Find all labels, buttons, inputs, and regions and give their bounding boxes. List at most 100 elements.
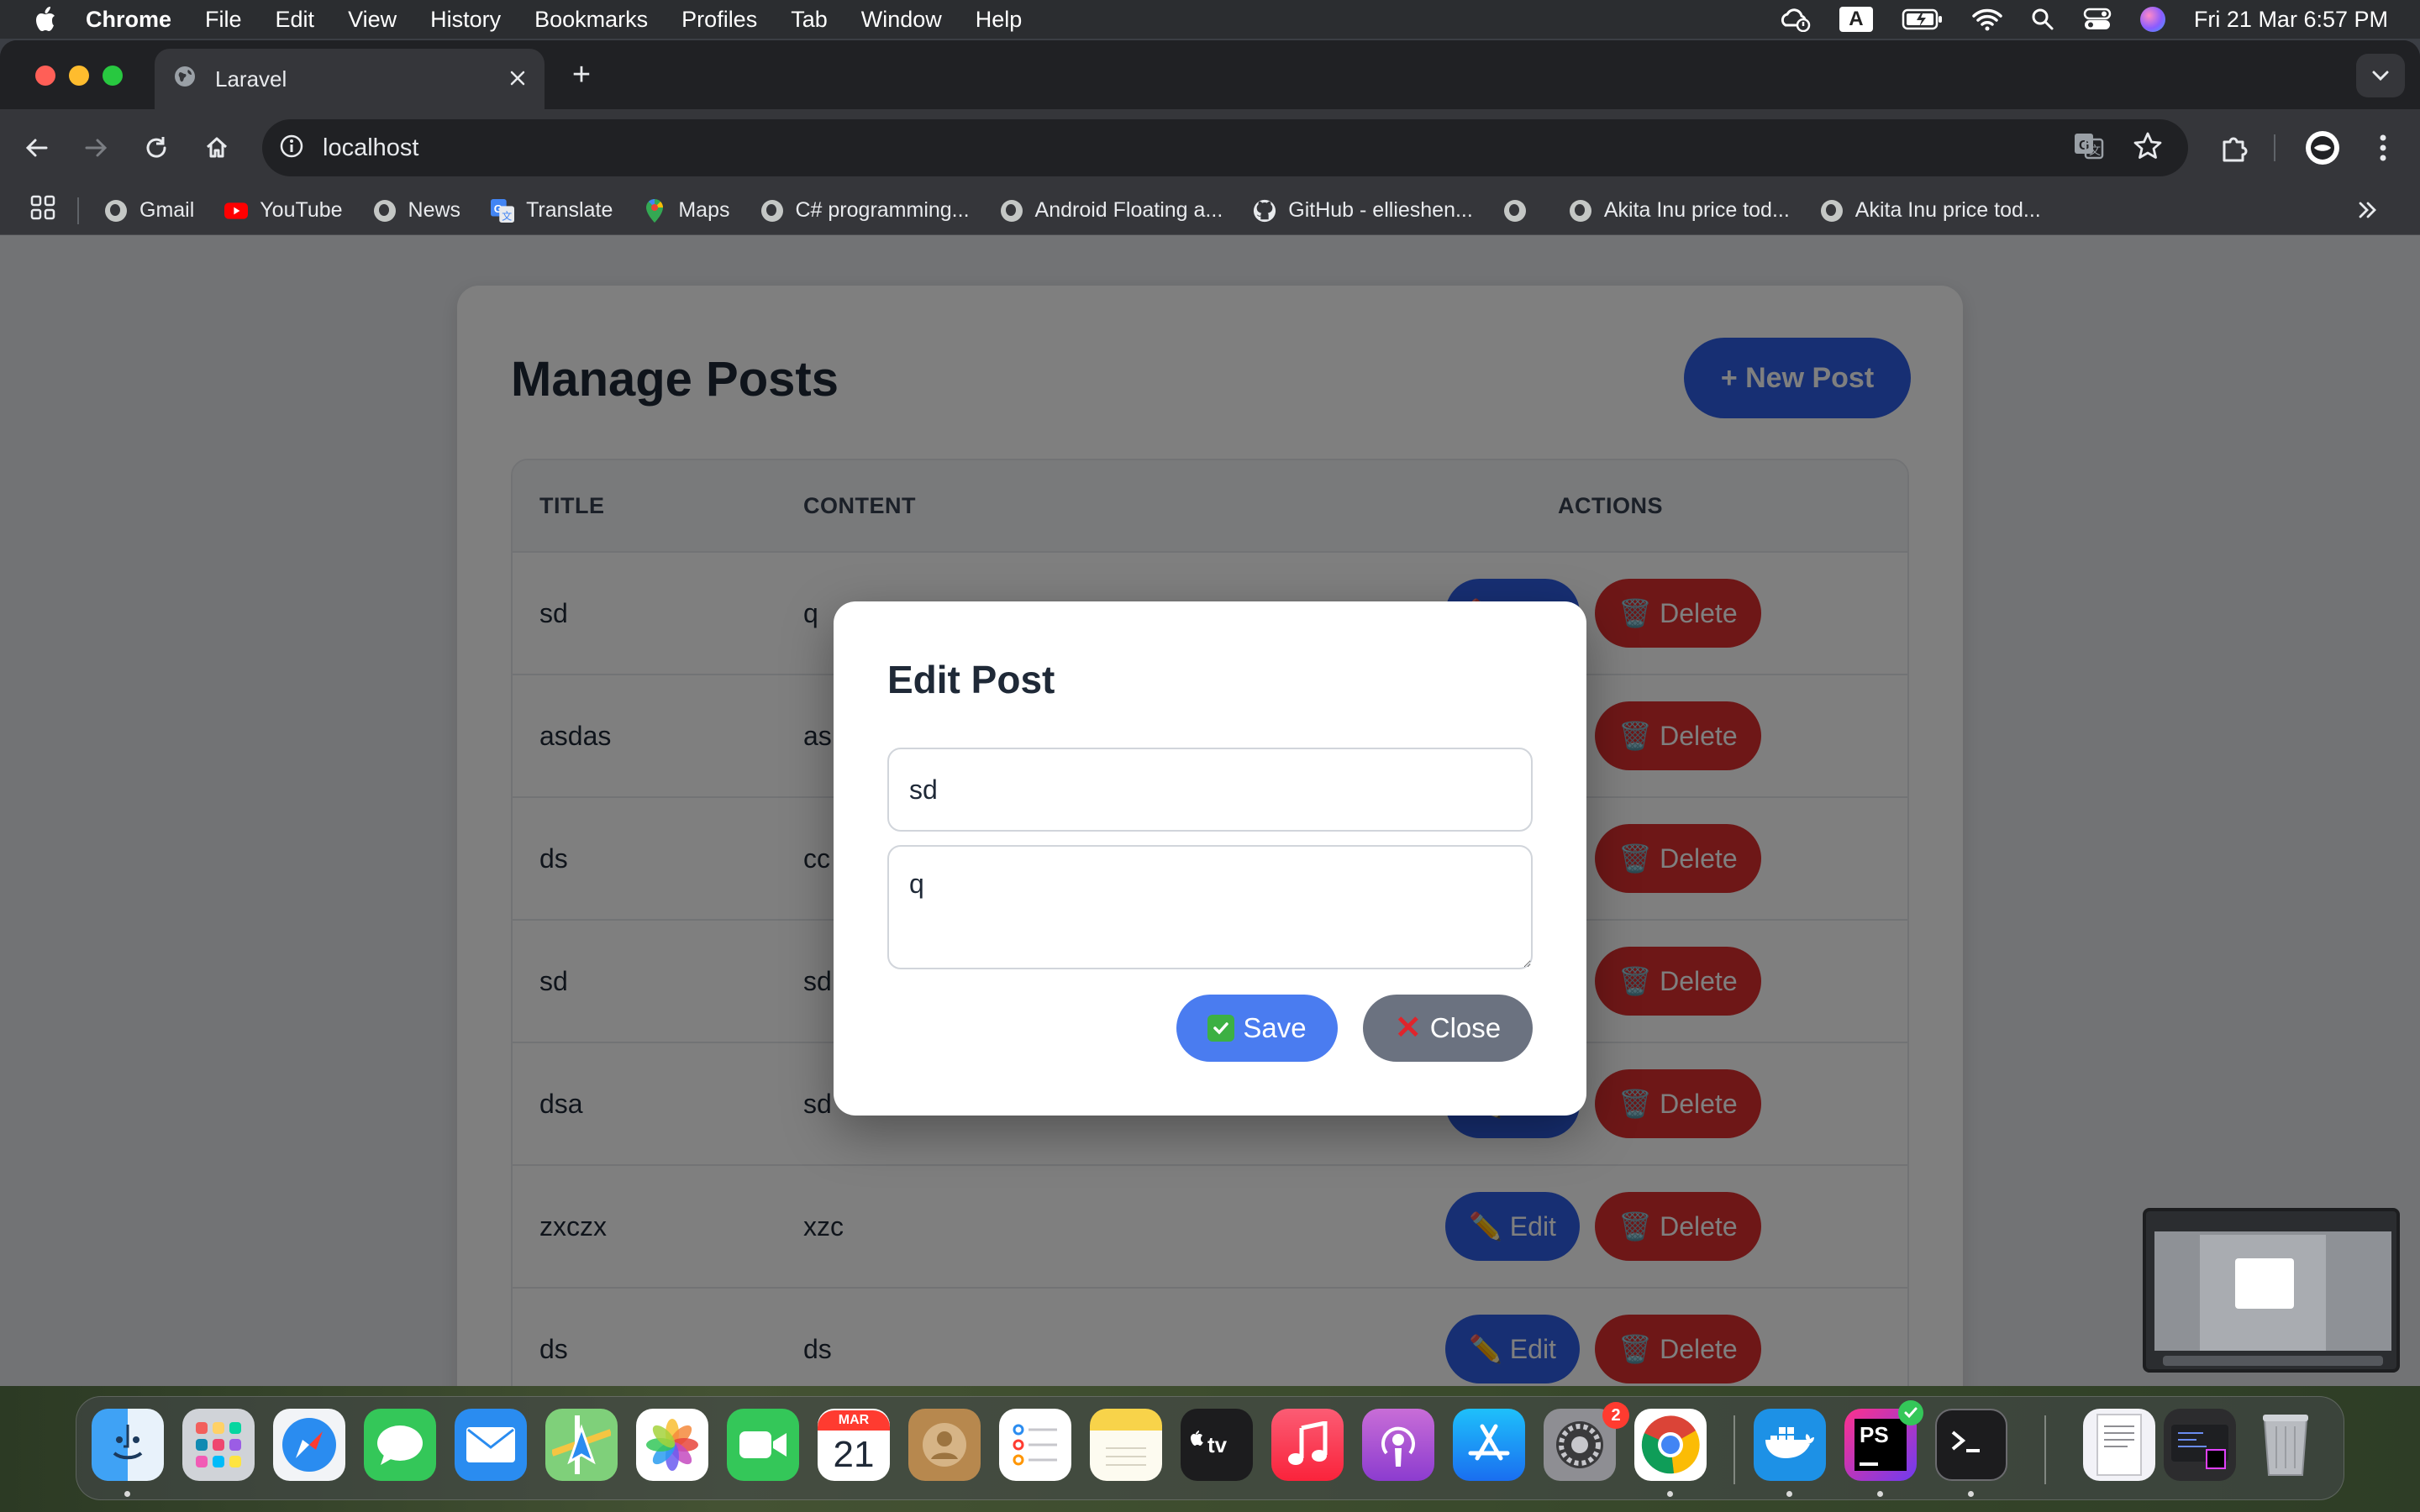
bookmark-news[interactable]: News <box>373 198 460 223</box>
url-text[interactable]: localhost <box>323 134 418 162</box>
contacts-icon[interactable] <box>908 1409 981 1481</box>
post-title-input[interactable] <box>887 748 1533 832</box>
bookmark-csharp[interactable]: C# programming... <box>760 198 970 223</box>
back-arrow-icon[interactable] <box>18 129 55 166</box>
svg-text:tv: tv <box>1207 1432 1228 1457</box>
phpstorm-window-thumbnail-icon[interactable] <box>2164 1409 2236 1481</box>
weather-icon[interactable] <box>1779 7 1811 32</box>
tab-laravel[interactable]: Laravel <box>155 49 544 109</box>
bookmarks-divider <box>77 197 79 224</box>
window-minimize-button[interactable] <box>69 66 89 86</box>
launchpad-icon[interactable] <box>182 1409 255 1481</box>
bookmark-maps[interactable]: Maps <box>643 198 730 223</box>
address-bar[interactable]: localhost G文 <box>262 119 2188 176</box>
chrome-window: Laravel + localhost G 文 Gmail YouTube Ne… <box>0 40 2420 1386</box>
browser-toolbar: localhost G文 <box>0 109 2420 186</box>
bookmark-gmail[interactable]: Gmail <box>104 198 194 223</box>
reminders-icon[interactable] <box>999 1409 1071 1481</box>
profile-avatar[interactable] <box>2304 129 2341 166</box>
apple-tv-icon[interactable]: tv <box>1181 1409 1253 1481</box>
menu-clock[interactable]: Fri 21 Mar 6:57 PM <box>2194 7 2388 33</box>
apps-grid-icon[interactable] <box>30 195 55 226</box>
menu-edit[interactable]: Edit <box>276 7 315 33</box>
bookmark-translate[interactable]: G文 Translate <box>491 198 613 223</box>
app-store-icon[interactable] <box>1453 1409 1525 1481</box>
screenshot-thumbnail[interactable] <box>2143 1208 2400 1373</box>
cross-mark-icon: ✕ <box>1394 1011 1422 1046</box>
dock-separator <box>1733 1415 1735 1484</box>
bookmark-android[interactable]: Android Floating a... <box>1000 198 1223 223</box>
more-bookmarks-chevron-icon[interactable] <box>2356 198 2380 228</box>
calendar-day: 21 <box>833 1434 875 1475</box>
menu-file[interactable]: File <box>205 7 242 33</box>
macos-menu-bar: Chrome File Edit View History Bookmarks … <box>0 0 2420 39</box>
save-label: Save <box>1243 1012 1307 1043</box>
post-content-textarea[interactable]: q <box>887 845 1533 969</box>
extensions-puzzle-icon[interactable] <box>2215 129 2252 166</box>
wifi-icon[interactable] <box>1972 8 2002 31</box>
messages-icon[interactable] <box>364 1409 436 1481</box>
thumbnail-dock <box>2163 1356 2383 1366</box>
bookmark-label: GitHub - ellieshen... <box>1288 198 1473 222</box>
battery-icon[interactable] <box>1902 8 1944 30</box>
reload-icon[interactable] <box>138 129 175 166</box>
window-close-button[interactable] <box>35 66 55 86</box>
home-icon[interactable] <box>198 129 235 166</box>
apple-menu-icon[interactable] <box>34 6 57 33</box>
bookmark-star-icon[interactable] <box>2131 129 2165 167</box>
music-icon[interactable] <box>1271 1409 1344 1481</box>
omnibox-actions: G文 <box>2072 129 2165 167</box>
bookmark-akita-2[interactable]: Akita Inu price tod... <box>1820 198 2041 223</box>
facetime-icon[interactable] <box>727 1409 799 1481</box>
tab-search-chevron-icon[interactable] <box>2356 54 2405 97</box>
globe-icon <box>1569 199 1592 223</box>
globe-icon <box>1000 199 1023 223</box>
window-zoom-button[interactable] <box>103 66 123 86</box>
chrome-icon[interactable] <box>1634 1409 1707 1481</box>
close-button[interactable]: ✕ Close <box>1363 995 1533 1062</box>
siri-icon[interactable] <box>2139 7 2165 32</box>
menu-app-name[interactable]: Chrome <box>86 7 171 33</box>
new-tab-plus-icon[interactable]: + <box>565 59 598 92</box>
phpstorm-underline-icon <box>1860 1462 1878 1466</box>
bookmark-akita-1[interactable]: Akita Inu price tod... <box>1569 198 1790 223</box>
finder-icon[interactable] <box>92 1409 164 1481</box>
docker-icon[interactable] <box>1754 1409 1826 1481</box>
podcasts-icon[interactable] <box>1362 1409 1434 1481</box>
safari-icon[interactable] <box>273 1409 345 1481</box>
photos-icon[interactable] <box>636 1409 708 1481</box>
bookmark-untitled[interactable] <box>1503 199 1539 223</box>
bookmark-github[interactable]: GitHub - ellieshen... <box>1253 198 1473 223</box>
trash-icon[interactable] <box>2249 1409 2322 1481</box>
bookmark-youtube[interactable]: YouTube <box>224 198 343 223</box>
tab-close-icon[interactable] <box>509 66 526 92</box>
notes-icon[interactable] <box>1090 1409 1162 1481</box>
site-info-icon[interactable] <box>279 134 304 163</box>
bookmark-label: Akita Inu price tod... <box>1603 198 1790 222</box>
forward-arrow-icon[interactable] <box>77 129 114 166</box>
bookmark-label: C# programming... <box>795 198 970 222</box>
maps-icon[interactable] <box>545 1409 618 1481</box>
pdf-document-icon[interactable] <box>2083 1409 2155 1481</box>
bookmark-label: Maps <box>678 198 730 222</box>
running-indicator <box>1786 1491 1792 1497</box>
menu-window[interactable]: Window <box>861 7 942 33</box>
menu-history[interactable]: History <box>430 7 501 33</box>
status-area: A Fri 21 Mar 6:57 PM <box>1779 0 2388 39</box>
menu-profiles[interactable]: Profiles <box>681 7 757 33</box>
running-indicator <box>1667 1491 1673 1497</box>
menu-view[interactable]: View <box>348 7 397 33</box>
chrome-menu-kebab-icon[interactable] <box>2365 129 2402 166</box>
menu-bookmarks[interactable]: Bookmarks <box>534 7 648 33</box>
translate-page-icon[interactable]: G文 <box>2072 129 2106 167</box>
menu-help[interactable]: Help <box>976 7 1023 33</box>
save-button[interactable]: Save <box>1176 995 1338 1062</box>
control-center-icon[interactable] <box>2083 8 2112 31</box>
mail-icon[interactable] <box>455 1409 527 1481</box>
calendar-icon[interactable]: MAR 21 <box>818 1409 890 1481</box>
terminal-icon[interactable] <box>1935 1409 2007 1481</box>
menu-tab[interactable]: Tab <box>791 7 828 33</box>
keyboard-input-icon[interactable]: A <box>1839 7 1873 32</box>
spotlight-search-icon[interactable] <box>2031 8 2054 31</box>
bookmark-label: Gmail <box>139 198 195 222</box>
